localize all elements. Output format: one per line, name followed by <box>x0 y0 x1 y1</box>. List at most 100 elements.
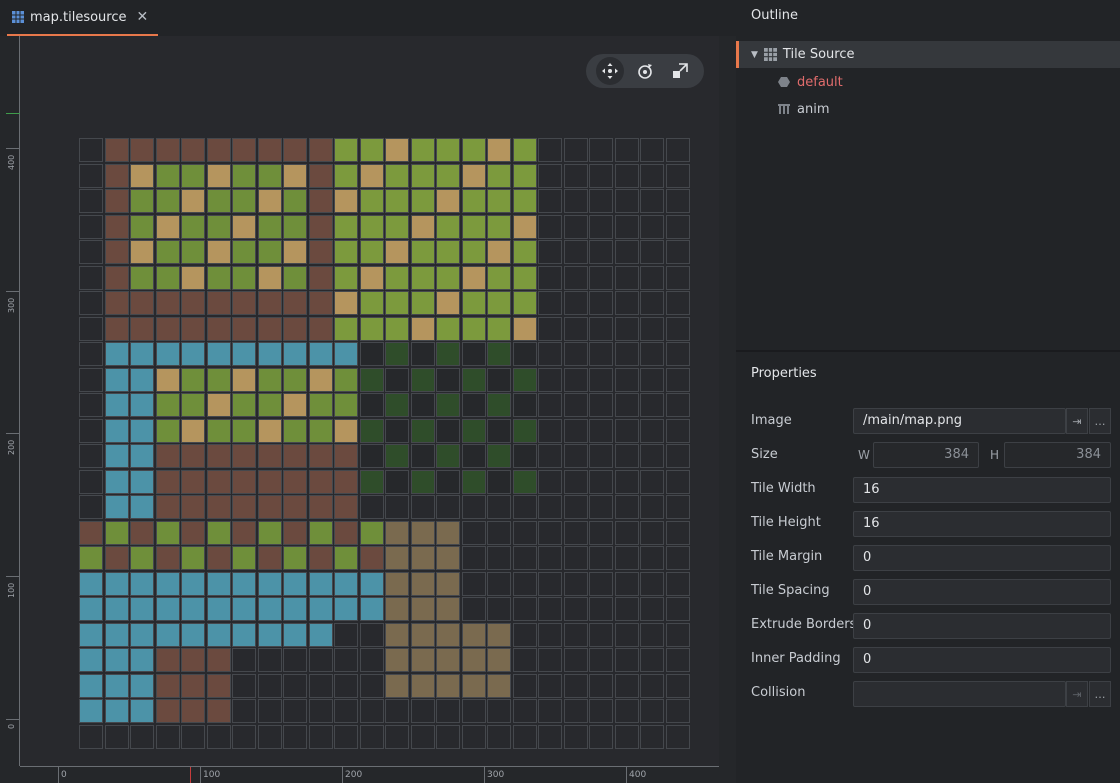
tile-cell[interactable] <box>614 724 639 749</box>
tile-cell[interactable] <box>589 571 613 596</box>
tile-cell[interactable] <box>130 724 154 749</box>
tile-cell[interactable] <box>538 418 562 443</box>
tile-cell[interactable] <box>589 163 613 188</box>
tile-cell[interactable] <box>487 495 511 519</box>
tile-cell[interactable] <box>410 622 435 647</box>
tile-cell[interactable] <box>308 265 333 290</box>
tile-cell[interactable] <box>104 546 129 570</box>
tile-cell[interactable] <box>308 342 333 366</box>
tile-cell[interactable] <box>614 495 639 519</box>
tile-cell[interactable] <box>283 520 307 545</box>
tile-cell[interactable] <box>640 418 664 443</box>
tile-cell[interactable] <box>359 342 384 366</box>
tile-cell[interactable] <box>461 138 486 162</box>
tile-cell[interactable] <box>512 265 537 290</box>
tile-cell[interactable] <box>283 240 307 264</box>
tile-cell[interactable] <box>334 393 358 417</box>
tile-cell[interactable] <box>181 571 205 596</box>
tile-cell[interactable] <box>79 189 103 213</box>
tile-cell[interactable] <box>155 316 180 341</box>
tile-cell[interactable] <box>359 418 384 443</box>
tile-cell[interactable] <box>155 444 180 468</box>
tile-cell[interactable] <box>436 520 460 545</box>
tile-cell[interactable] <box>487 291 511 315</box>
tile-cell[interactable] <box>385 648 409 672</box>
tile-cell[interactable] <box>589 597 613 621</box>
tile-cell[interactable] <box>308 444 333 468</box>
tile-cell[interactable] <box>257 265 282 290</box>
tile-cell[interactable] <box>487 622 511 647</box>
tile-cell[interactable] <box>410 265 435 290</box>
tile-cell[interactable] <box>640 444 664 468</box>
tile-cell[interactable] <box>206 393 231 417</box>
tile-cell[interactable] <box>461 597 486 621</box>
tile-cell[interactable] <box>487 469 511 494</box>
tile-cell[interactable] <box>79 163 103 188</box>
tile-cell[interactable] <box>308 367 333 392</box>
tile-cell[interactable] <box>640 265 664 290</box>
tile-cell[interactable] <box>563 214 588 239</box>
tile-cell[interactable] <box>563 265 588 290</box>
tile-cell[interactable] <box>461 699 486 723</box>
tile-cell[interactable] <box>232 444 256 468</box>
tile-cell[interactable] <box>487 265 511 290</box>
tile-cell[interactable] <box>79 724 103 749</box>
tile-cell[interactable] <box>334 571 358 596</box>
tile-cell[interactable] <box>512 597 537 621</box>
tile-cell[interactable] <box>640 724 664 749</box>
tile-cell[interactable] <box>487 520 511 545</box>
tile-cell[interactable] <box>640 622 664 647</box>
tile-cell[interactable] <box>563 163 588 188</box>
tile-cell[interactable] <box>232 724 256 749</box>
tile-cell[interactable] <box>155 393 180 417</box>
tile-cell[interactable] <box>538 291 562 315</box>
tile-cell[interactable] <box>79 469 103 494</box>
outline-item-tile-source[interactable]: ▼ Tile Source <box>736 41 1120 68</box>
tile-cell[interactable] <box>104 520 129 545</box>
tile-cell[interactable] <box>130 418 154 443</box>
tile-cell[interactable] <box>589 648 613 672</box>
tile-cell[interactable] <box>538 138 562 162</box>
tile-cell[interactable] <box>665 189 690 213</box>
tile-cell[interactable] <box>563 699 588 723</box>
tile-cell[interactable] <box>334 291 358 315</box>
tile-cell[interactable] <box>538 597 562 621</box>
tile-cell[interactable] <box>410 673 435 698</box>
tile-cell[interactable] <box>155 291 180 315</box>
tile-cell[interactable] <box>283 648 307 672</box>
tile-cell[interactable] <box>385 444 409 468</box>
tile-cell[interactable] <box>512 495 537 519</box>
tile-cell[interactable] <box>410 546 435 570</box>
tile-cell[interactable] <box>283 546 307 570</box>
tile-cell[interactable] <box>665 316 690 341</box>
tile-cell[interactable] <box>487 189 511 213</box>
tile-cell[interactable] <box>359 316 384 341</box>
tile-cell[interactable] <box>410 214 435 239</box>
tile-cell[interactable] <box>283 571 307 596</box>
tile-cell[interactable] <box>104 571 129 596</box>
tile-cell[interactable] <box>257 214 282 239</box>
tile-cell[interactable] <box>104 291 129 315</box>
tile-cell[interactable] <box>232 571 256 596</box>
tile-cell[interactable] <box>334 597 358 621</box>
tile-cell[interactable] <box>410 495 435 519</box>
inner-padding-field[interactable]: 0 <box>853 647 1111 673</box>
tile-cell[interactable] <box>104 622 129 647</box>
tile-cell[interactable] <box>410 163 435 188</box>
tile-cell[interactable] <box>308 648 333 672</box>
tile-cell[interactable] <box>181 597 205 621</box>
tile-cell[interactable] <box>436 546 460 570</box>
tile-cell[interactable] <box>206 546 231 570</box>
tile-cell[interactable] <box>665 163 690 188</box>
tile-cell[interactable] <box>334 469 358 494</box>
tab-map-tilesource[interactable]: map.tilesource ✕ <box>7 0 159 36</box>
tile-cell[interactable] <box>410 367 435 392</box>
tile-cell[interactable] <box>487 444 511 468</box>
tile-cell[interactable] <box>614 367 639 392</box>
tile-cell[interactable] <box>232 240 256 264</box>
tile-cell[interactable] <box>232 597 256 621</box>
tile-cell[interactable] <box>512 546 537 570</box>
tile-cell[interactable] <box>130 648 154 672</box>
tile-cell[interactable] <box>436 597 460 621</box>
tile-cell[interactable] <box>206 699 231 723</box>
